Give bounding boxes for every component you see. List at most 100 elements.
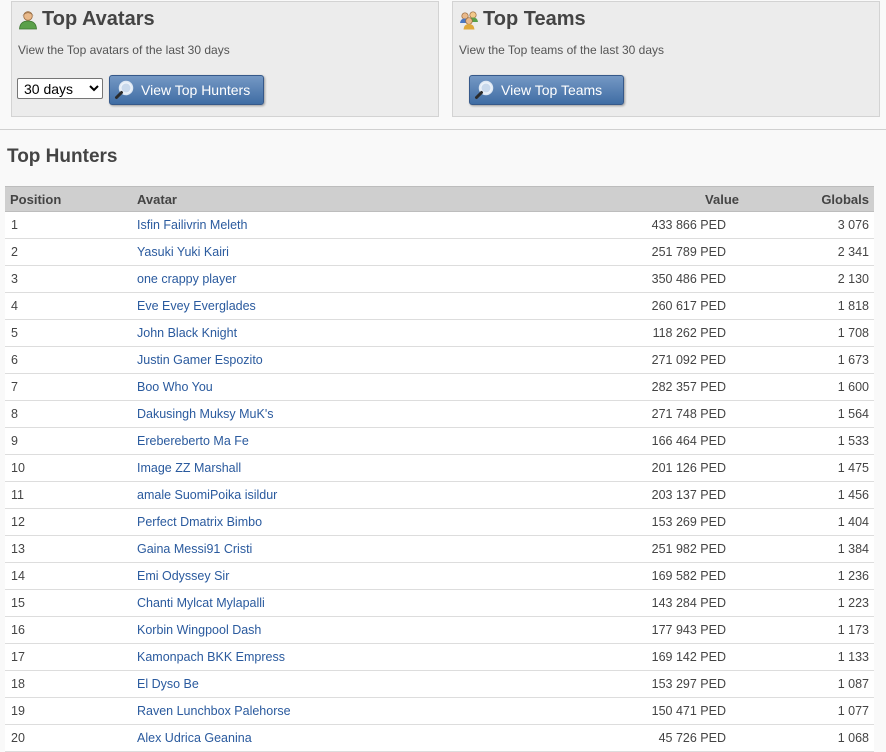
table-row: 13 Gaina Messi91 Cristi 251 982 PED 1 384 bbox=[5, 535, 874, 563]
row-globals: 1 087 bbox=[744, 670, 874, 698]
row-value: 260 617 PED bbox=[515, 292, 744, 320]
row-avatar: one crappy player bbox=[132, 265, 516, 293]
row-value: 150 471 PED bbox=[515, 697, 744, 725]
avatar-link[interactable]: Erebereberto Ma Fe bbox=[137, 434, 249, 448]
row-avatar: El Dyso Be bbox=[132, 670, 516, 698]
row-globals: 1 564 bbox=[744, 400, 874, 428]
avatar-link[interactable]: Yasuki Yuki Kairi bbox=[137, 245, 229, 259]
row-avatar: Emi Odyssey Sir bbox=[132, 562, 516, 590]
avatar-link[interactable]: Alex Udrica Geanina bbox=[137, 731, 252, 745]
row-value: 169 142 PED bbox=[515, 643, 744, 671]
row-avatar: John Black Knight bbox=[132, 319, 516, 347]
avatar-link[interactable]: Korbin Wingpool Dash bbox=[137, 623, 261, 637]
view-top-teams-label: View Top Teams bbox=[501, 82, 603, 98]
section-divider bbox=[0, 129, 886, 130]
top-teams-panel: Top Teams View the Top teams of the last… bbox=[452, 1, 880, 117]
table-row: 12 Perfect Dmatrix Bimbo 153 269 PED 1 404 bbox=[5, 508, 874, 536]
avatar-link[interactable]: Kamonpach BKK Empress bbox=[137, 650, 285, 664]
avatar-link[interactable]: Raven Lunchbox Palehorse bbox=[137, 704, 291, 718]
top-avatars-description: View the Top avatars of the last 30 days bbox=[18, 43, 230, 57]
row-avatar: Boo Who You bbox=[132, 373, 516, 401]
period-select[interactable]: 30 days bbox=[17, 78, 103, 99]
table-body: 1 Isfin Failivrin Meleth 433 866 PED 3 076 2… bbox=[5, 211, 874, 752]
view-top-hunters-button[interactable]: View Top Hunters bbox=[109, 75, 264, 105]
row-avatar: Chanti Mylcat Mylapalli bbox=[132, 589, 516, 617]
row-position: 7 bbox=[5, 373, 132, 401]
row-value: 153 269 PED bbox=[515, 508, 744, 536]
row-globals: 1 456 bbox=[744, 481, 874, 509]
row-globals: 3 076 bbox=[744, 211, 874, 239]
table-row: 19 Raven Lunchbox Palehorse 150 471 PED 1 0… bbox=[5, 697, 874, 725]
avatar-link[interactable]: Gaina Messi91 Cristi bbox=[137, 542, 252, 556]
row-position: 6 bbox=[5, 346, 132, 374]
row-globals: 1 077 bbox=[744, 697, 874, 725]
row-value: 118 262 PED bbox=[515, 319, 744, 347]
top-avatars-panel: Top Avatars View the Top avatars of the … bbox=[11, 1, 439, 117]
avatar-link[interactable]: Dakusingh Muksy MuK's bbox=[137, 407, 273, 421]
top-hunters-table: Position Avatar Value Globals 1 Isfin Fai… bbox=[5, 186, 874, 752]
table-row: 8 Dakusingh Muksy MuK's 271 748 PED 1 564 bbox=[5, 400, 874, 428]
table-row: 10 Image ZZ Marshall 201 126 PED 1 475 bbox=[5, 454, 874, 482]
table-row: 18 El Dyso Be 153 297 PED 1 087 bbox=[5, 670, 874, 698]
row-value: 45 726 PED bbox=[515, 724, 744, 752]
row-globals: 1 600 bbox=[744, 373, 874, 401]
top-teams-description: View the Top teams of the last 30 days bbox=[459, 43, 665, 57]
avatar-link[interactable]: Justin Gamer Espozito bbox=[137, 353, 263, 367]
row-avatar: amale SuomiPoika isildur bbox=[132, 481, 516, 509]
avatar-link[interactable]: Perfect Dmatrix Bimbo bbox=[137, 515, 262, 529]
avatar-link[interactable]: John Black Knight bbox=[137, 326, 237, 340]
row-value: 251 982 PED bbox=[515, 535, 744, 563]
row-globals: 1 404 bbox=[744, 508, 874, 536]
avatar-link[interactable]: Chanti Mylcat Mylapalli bbox=[137, 596, 265, 610]
table-row: 7 Boo Who You 282 357 PED 1 600 bbox=[5, 373, 874, 401]
top-avatars-title: Top Avatars bbox=[18, 8, 155, 31]
top-teams-title-text: Top Teams bbox=[483, 8, 586, 30]
row-globals: 1 223 bbox=[744, 589, 874, 617]
avatar-link[interactable]: El Dyso Be bbox=[137, 677, 199, 691]
table-row: 15 Chanti Mylcat Mylapalli 143 284 PED 1 22… bbox=[5, 589, 874, 617]
table-row: 14 Emi Odyssey Sir 169 582 PED 1 236 bbox=[5, 562, 874, 590]
table-header-row: Position Avatar Value Globals bbox=[5, 186, 874, 212]
row-avatar: Erebereberto Ma Fe bbox=[132, 427, 516, 455]
row-avatar: Gaina Messi91 Cristi bbox=[132, 535, 516, 563]
row-globals: 1 818 bbox=[744, 292, 874, 320]
row-position: 20 bbox=[5, 724, 132, 752]
row-position: 15 bbox=[5, 589, 132, 617]
view-top-teams-button[interactable]: View Top Teams bbox=[469, 75, 624, 105]
row-value: 282 357 PED bbox=[515, 373, 744, 401]
row-position: 14 bbox=[5, 562, 132, 590]
row-globals: 1 384 bbox=[744, 535, 874, 563]
users-group-icon bbox=[460, 10, 478, 29]
table-row: 16 Korbin Wingpool Dash 177 943 PED 1 173 bbox=[5, 616, 874, 644]
user-icon bbox=[19, 10, 37, 29]
row-value: 251 789 PED bbox=[515, 238, 744, 266]
row-avatar: Alex Udrica Geanina bbox=[132, 724, 516, 752]
row-value: 201 126 PED bbox=[515, 454, 744, 482]
row-globals: 2 341 bbox=[744, 238, 874, 266]
row-value: 153 297 PED bbox=[515, 670, 744, 698]
row-avatar: Yasuki Yuki Kairi bbox=[132, 238, 516, 266]
avatar-link[interactable]: Eve Evey Everglades bbox=[137, 299, 256, 313]
table-row: 2 Yasuki Yuki Kairi 251 789 PED 2 341 bbox=[5, 238, 874, 266]
row-position: 4 bbox=[5, 292, 132, 320]
row-value: 271 092 PED bbox=[515, 346, 744, 374]
row-value: 166 464 PED bbox=[515, 427, 744, 455]
table-row: 17 Kamonpach BKK Empress 169 142 PED 1 133 bbox=[5, 643, 874, 671]
avatar-link[interactable]: Isfin Failivrin Meleth bbox=[137, 218, 247, 232]
top-teams-title: Top Teams bbox=[459, 8, 586, 31]
row-position: 5 bbox=[5, 319, 132, 347]
row-avatar: Justin Gamer Espozito bbox=[132, 346, 516, 374]
avatar-link[interactable]: one crappy player bbox=[137, 272, 236, 286]
row-position: 3 bbox=[5, 265, 132, 293]
row-globals: 1 068 bbox=[744, 724, 874, 752]
avatar-link[interactable]: Emi Odyssey Sir bbox=[137, 569, 229, 583]
row-globals: 1 533 bbox=[744, 427, 874, 455]
avatar-link[interactable]: Boo Who You bbox=[137, 380, 213, 394]
table-row: 5 John Black Knight 118 262 PED 1 708 bbox=[5, 319, 874, 347]
avatar-link[interactable]: Image ZZ Marshall bbox=[137, 461, 241, 475]
row-position: 19 bbox=[5, 697, 132, 725]
table-row: 9 Erebereberto Ma Fe 166 464 PED 1 533 bbox=[5, 427, 874, 455]
avatar-link[interactable]: amale SuomiPoika isildur bbox=[137, 488, 277, 502]
magnifier-icon bbox=[115, 80, 134, 99]
row-avatar: Perfect Dmatrix Bimbo bbox=[132, 508, 516, 536]
